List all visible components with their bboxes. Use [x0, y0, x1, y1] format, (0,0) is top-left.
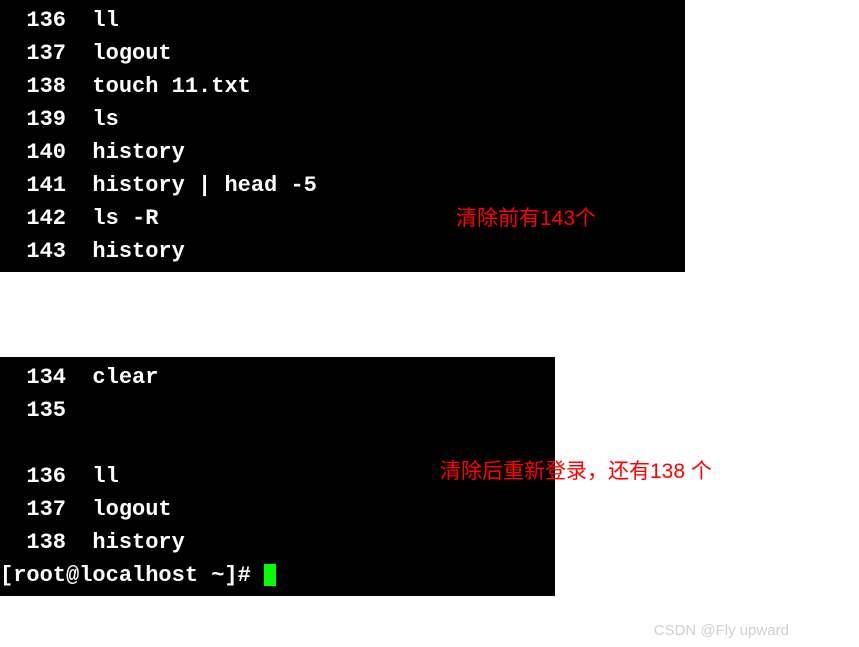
history-line: 135	[0, 394, 555, 427]
history-line: 134 clear	[0, 361, 555, 394]
history-cmd: ls	[92, 107, 118, 132]
history-line: 139 ls	[0, 103, 685, 136]
history-cmd: history | head -5	[92, 173, 316, 198]
history-line: 138 history	[0, 526, 555, 559]
history-cmd: history	[92, 239, 184, 264]
history-num: 136	[0, 8, 66, 33]
annotation-after: 清除后重新登录，还有138 个	[440, 455, 859, 485]
watermark: CSDN @Fly upward	[654, 622, 789, 639]
history-line: 140 history	[0, 136, 685, 169]
history-num: 142	[0, 206, 66, 231]
history-line: 143 history	[0, 235, 685, 268]
shell-prompt-line[interactable]: [root@localhost ~]#	[0, 559, 555, 592]
history-cmd: touch 11.txt	[92, 74, 250, 99]
history-cmd: ll	[92, 8, 118, 33]
history-num: 138	[0, 74, 66, 99]
history-cmd: clear	[92, 365, 158, 390]
history-num: 140	[0, 140, 66, 165]
history-num: 138	[0, 530, 66, 555]
history-num: 135	[0, 398, 66, 423]
history-cmd: ls -R	[92, 206, 158, 231]
cursor-icon	[264, 564, 276, 586]
history-line: 137 logout	[0, 493, 555, 526]
history-line: 137 logout	[0, 37, 685, 70]
history-num: 143	[0, 239, 66, 264]
shell-prompt: [root@localhost ~]#	[0, 563, 264, 588]
history-num: 137	[0, 497, 66, 522]
history-line: 136 ll	[0, 4, 685, 37]
history-cmd: logout	[92, 497, 171, 522]
history-num: 134	[0, 365, 66, 390]
history-num: 137	[0, 41, 66, 66]
history-line: 138 touch 11.txt	[0, 70, 685, 103]
history-cmd: history	[92, 140, 184, 165]
history-cmd: logout	[92, 41, 171, 66]
history-num: 141	[0, 173, 66, 198]
history-num: 139	[0, 107, 66, 132]
history-num: 136	[0, 464, 66, 489]
annotation-before: 清除前有143个	[456, 202, 596, 232]
history-cmd: ll	[92, 464, 118, 489]
history-line: 141 history | head -5	[0, 169, 685, 202]
history-cmd: history	[92, 530, 184, 555]
